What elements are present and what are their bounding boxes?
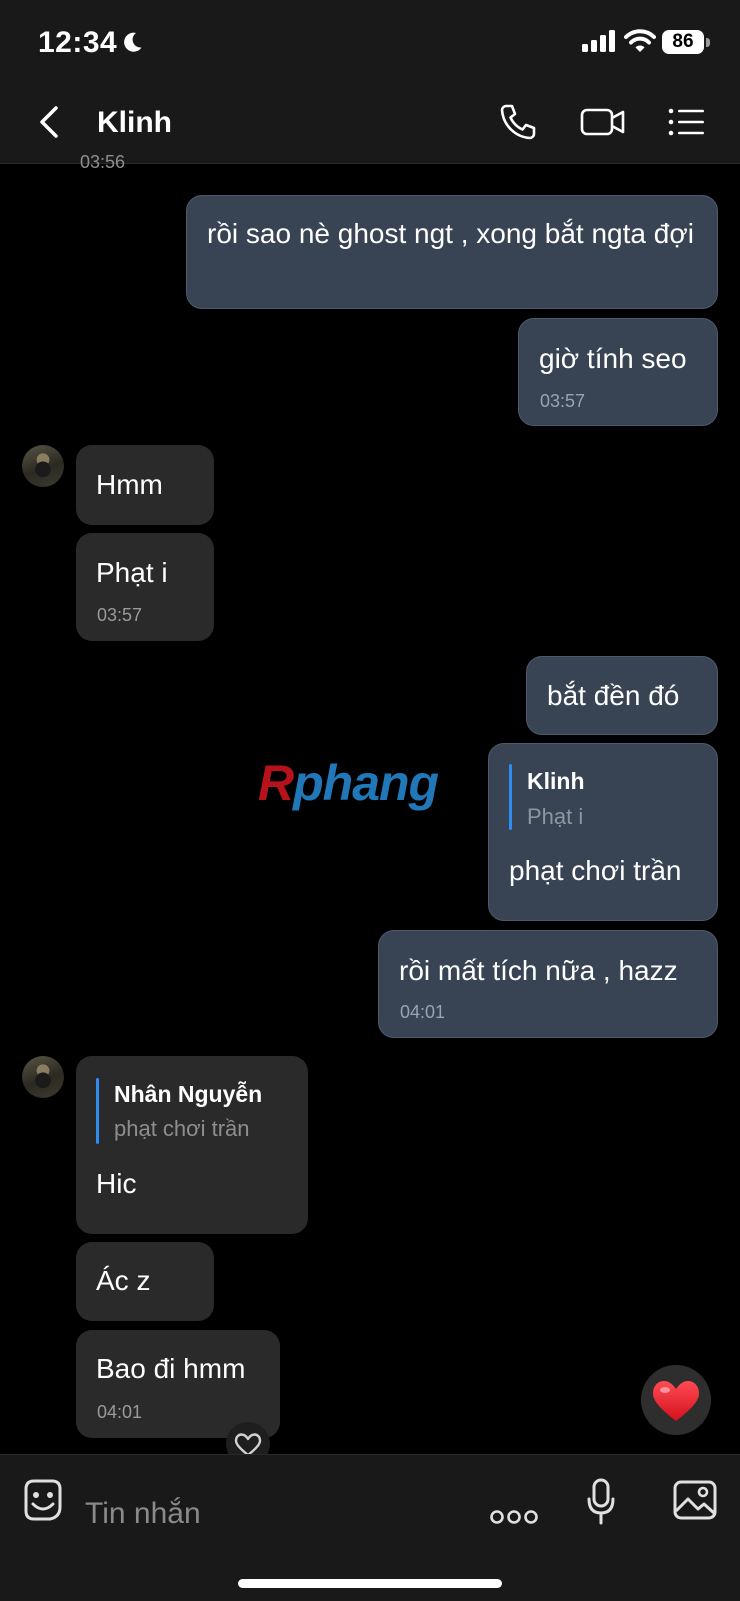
message-text: bắt đền đó [547,680,680,711]
contact-avatar[interactable] [22,1056,64,1098]
cellular-signal-icon [582,30,615,52]
back-chevron-icon[interactable] [36,104,62,140]
quick-heart-button[interactable] [641,1365,711,1435]
message-text: rồi sao nè ghost ngt , xong bắt ngta đợi [207,218,694,249]
message-text: rồi mất tích nữa , hazz [399,955,678,986]
message-composer: Tin nhắn [0,1454,740,1601]
moon-icon [124,32,142,52]
message-timestamp: 03:57 [540,391,586,411]
quoted-sender: Nhân Nguyễn [114,1081,263,1107]
status-time: 12:34 [38,26,118,59]
incoming-message[interactable]: Phạt i 03:57 [76,533,214,641]
message-text: giờ tính seo [539,343,687,374]
message-text: Phạt i [96,557,168,588]
more-options-icon[interactable] [490,1507,538,1527]
incoming-reply-message[interactable]: Nhân Nguyễn phạt chơi trần Hic [76,1056,308,1234]
contact-avatar[interactable] [22,445,64,487]
quote-bar [96,1078,99,1144]
battery-level: 86 [662,30,704,54]
incoming-message[interactable]: Ác z [76,1242,214,1321]
outgoing-message[interactable]: giờ tính seo 03:57 [518,318,718,426]
top-bar: 12:34 86 Klinh [0,0,740,164]
message-text: Ác z [96,1265,151,1296]
quoted-text: phạt chơi trần [114,1116,250,1141]
outgoing-message[interactable]: rồi mất tích nữa , hazz 04:01 [378,930,718,1038]
microphone-icon[interactable] [586,1477,616,1527]
contact-name[interactable]: Klinh [97,106,172,140]
outgoing-reply-message[interactable]: Klinh Phạt i phạt chơi trần [488,743,718,921]
message-input[interactable]: Tin nhắn [85,1497,201,1531]
watermark-text: phang [293,755,439,811]
incoming-message[interactable]: Hmm [76,445,214,525]
home-indicator [238,1579,502,1588]
message-text: Hic [96,1168,137,1199]
watermark-logo: Rphang [258,754,439,812]
menu-list-icon[interactable] [668,102,706,142]
wifi-icon [624,29,656,52]
outgoing-message[interactable]: rồi sao nè ghost ngt , xong bắt ngta đợi [186,195,718,309]
quoted-text: Phạt i [527,804,584,829]
outgoing-message[interactable]: bắt đền đó [526,656,718,735]
image-gallery-icon[interactable] [672,1479,718,1521]
message-timestamp: 03:57 [97,605,143,625]
message-text: Hmm [96,469,163,500]
message-text: Bao đi hmm [96,1353,246,1384]
watermark-initial: R [258,755,294,811]
sticker-icon[interactable] [20,1477,66,1523]
message-timestamp: 04:01 [400,1002,446,1022]
quote-bar [509,764,512,830]
message-timestamp: 03:56 [80,152,126,172]
heart-icon [653,1381,699,1421]
quoted-sender: Klinh [527,768,585,794]
video-call-icon[interactable] [580,102,626,142]
message-text: phạt chơi trần [509,855,682,886]
phone-icon[interactable] [498,102,538,142]
message-timestamp: 04:01 [97,1402,143,1422]
battery-tip [706,38,710,47]
